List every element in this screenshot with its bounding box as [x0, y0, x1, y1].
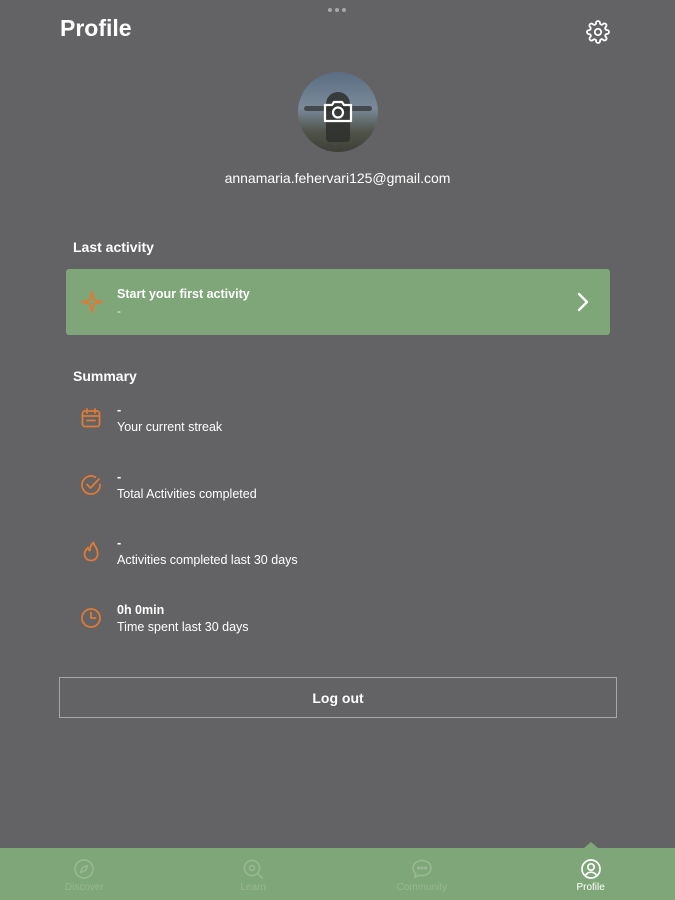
avatar[interactable]: [298, 72, 378, 152]
summary-item-streak: - Your current streak: [78, 403, 598, 447]
tab-learn[interactable]: Learn: [169, 848, 338, 900]
summary-label: Total Activities completed: [117, 487, 257, 501]
window-grabber[interactable]: [328, 8, 346, 12]
summary-value: -: [117, 470, 122, 484]
tab-discover[interactable]: Discover: [0, 848, 169, 900]
activity-card-subtitle: -: [117, 304, 121, 318]
summary-label: Your current streak: [117, 420, 223, 434]
summary-value: -: [117, 536, 122, 550]
summary-value: 0h 0min: [117, 603, 165, 617]
start-activity-card[interactable]: Start your first activity -: [66, 269, 610, 335]
tab-label: Learn: [240, 882, 266, 893]
clock-icon: [81, 608, 101, 628]
tab-label: Community: [396, 882, 448, 893]
camera-icon: [323, 100, 353, 123]
summary-value: -: [117, 403, 122, 417]
tab-label: Profile: [576, 882, 605, 893]
summary-item-total-activities: - Total Activities completed: [78, 470, 598, 514]
compass-icon: [74, 859, 95, 879]
chevron-right-icon: [577, 292, 589, 312]
summary-label: Time spent last 30 days: [117, 620, 249, 634]
activity-card-title: Start your first activity: [117, 287, 250, 301]
settings-button[interactable]: [584, 18, 612, 46]
search-learn-icon: [243, 859, 263, 879]
user-email: annamaria.fehervari125@gmail.com: [224, 170, 451, 186]
check-circle-icon: [81, 475, 101, 495]
tab-profile[interactable]: Profile: [506, 842, 675, 900]
gear-icon: [586, 20, 610, 44]
summary-label: Activities completed last 30 days: [117, 553, 298, 567]
logout-button[interactable]: Log out: [59, 677, 617, 718]
user-circle-icon: [580, 859, 601, 879]
tab-community[interactable]: Community: [338, 848, 507, 900]
calendar-icon: [81, 408, 101, 428]
bottom-tab-bar: Discover Learn Community Profile: [0, 842, 675, 900]
last-activity-heading: Last activity: [73, 239, 154, 255]
page-title: Profile: [60, 15, 132, 41]
profile-screen: Profile annamaria.fehervari125@gmail.com…: [0, 0, 675, 900]
sparkle-icon: [81, 291, 103, 313]
tab-label: Discover: [64, 882, 104, 893]
summary-heading: Summary: [73, 368, 137, 384]
summary-item-last-30-days: - Activities completed last 30 days: [78, 536, 598, 580]
active-tab-notch: [583, 842, 598, 848]
chat-bubble-icon: [412, 859, 432, 879]
flame-icon: [83, 541, 99, 562]
summary-item-time-spent: 0h 0min Time spent last 30 days: [78, 603, 598, 647]
